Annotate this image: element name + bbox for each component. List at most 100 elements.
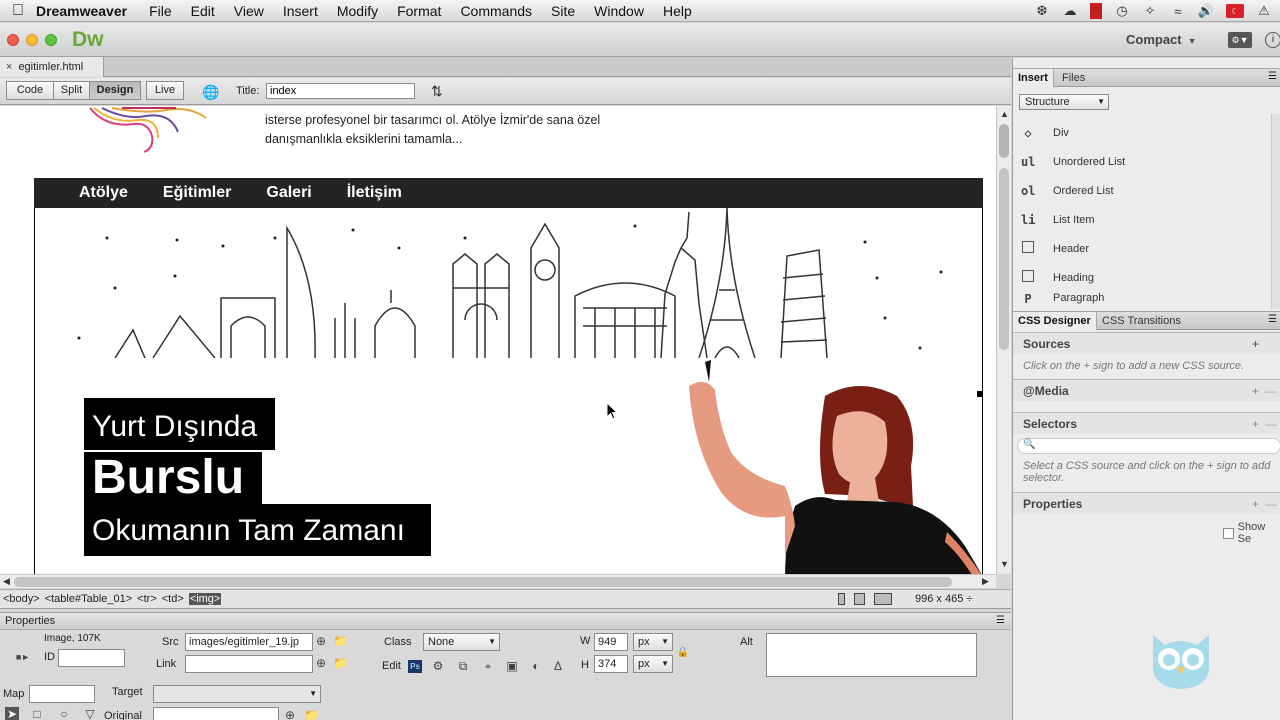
- activity-monitor-icon[interactable]: ⚠: [1256, 3, 1272, 18]
- link-input[interactable]: [185, 655, 313, 673]
- tablet-size-icon[interactable]: [854, 593, 865, 605]
- wifi-icon[interactable]: ≈: [1170, 4, 1186, 19]
- photoshop-edit-icon[interactable]: Ps: [408, 660, 422, 673]
- apple-icon[interactable]: : [0, 2, 36, 20]
- polygon-hotspot-icon[interactable]: ▽: [83, 707, 97, 720]
- remove-media-icon[interactable]: —: [1265, 380, 1277, 402]
- panel-menu-icon[interactable]: ☰: [1268, 314, 1277, 325]
- scroll-down-icon[interactable]: ▼: [1000, 559, 1009, 569]
- map-input[interactable]: [29, 685, 95, 703]
- target-select[interactable]: ▼: [153, 685, 321, 703]
- info-icon[interactable]: i: [1265, 32, 1280, 48]
- menu-help[interactable]: Help: [663, 3, 692, 19]
- crop-icon[interactable]: ⌖: [481, 659, 495, 673]
- remove-property-icon[interactable]: —: [1265, 493, 1277, 515]
- insert-paragraph[interactable]: P Paragraph: [1013, 292, 1271, 306]
- add-property-icon[interactable]: +: [1252, 493, 1259, 515]
- menu-site[interactable]: Site: [551, 3, 575, 19]
- scroll-thumb[interactable]: [999, 124, 1009, 158]
- insert-div[interactable]: ◇ Div: [1013, 118, 1271, 147]
- point-to-file-icon[interactable]: ⊕: [314, 634, 328, 648]
- media-section[interactable]: @Media + —: [1013, 379, 1280, 401]
- original-browse-folder-icon[interactable]: 📁: [304, 708, 319, 720]
- hscroll-thumb[interactable]: [14, 577, 952, 587]
- turkish-flag-icon[interactable]: ☾: [1226, 4, 1244, 18]
- tab-css-transitions[interactable]: CSS Transitions: [1097, 312, 1186, 330]
- tab-insert[interactable]: Insert: [1013, 69, 1054, 87]
- zoom-window-button[interactable]: [45, 34, 57, 46]
- design-horizontal-scrollbar[interactable]: ◀ ▶: [0, 574, 996, 588]
- window-size-readout[interactable]: 996 x 465 ÷: [915, 593, 972, 605]
- insert-list-item[interactable]: li List Item: [1013, 205, 1271, 234]
- scroll-left-icon[interactable]: ◀: [3, 576, 10, 587]
- time-machine-icon[interactable]: ◷: [1114, 3, 1130, 18]
- pointer-hotspot-icon[interactable]: ➤: [5, 707, 19, 720]
- panel-menu-icon[interactable]: ☰: [996, 613, 1005, 629]
- close-window-button[interactable]: [7, 34, 19, 46]
- menu-modify[interactable]: Modify: [337, 3, 378, 19]
- sync-settings-icon[interactable]: ⚙▼: [1228, 32, 1252, 48]
- add-media-icon[interactable]: +: [1252, 380, 1259, 402]
- width-unit-select[interactable]: px ▼: [633, 633, 673, 651]
- remove-selector-icon[interactable]: —: [1265, 413, 1277, 435]
- close-tab-icon[interactable]: ×: [6, 61, 12, 73]
- browse-folder-icon[interactable]: 📁: [333, 634, 348, 648]
- design-view-button[interactable]: Design: [89, 81, 141, 100]
- crumb-td[interactable]: <td>: [162, 593, 184, 605]
- show-set-toggle[interactable]: Show Se: [1223, 521, 1280, 545]
- live-view-button[interactable]: Live: [146, 81, 184, 100]
- menu-window[interactable]: Window: [594, 3, 644, 19]
- insert-ordered-list[interactable]: ol Ordered List: [1013, 176, 1271, 205]
- selector-search-input[interactable]: 🔍: [1017, 438, 1280, 454]
- design-view[interactable]: isterse profesyonel bir tasarımcı ol. At…: [0, 106, 996, 574]
- height-input[interactable]: 374: [594, 655, 628, 673]
- rect-hotspot-icon[interactable]: □: [30, 707, 44, 720]
- scroll-right-icon[interactable]: ▶: [982, 576, 989, 587]
- crumb-table[interactable]: <table#Table_01>: [45, 593, 132, 605]
- dropbox-icon[interactable]: ❆: [1034, 3, 1050, 18]
- design-vertical-scrollbar[interactable]: ▲ ▼: [996, 106, 1011, 574]
- nav-atolye[interactable]: Atölye: [79, 184, 128, 202]
- alt-textarea[interactable]: [766, 633, 977, 677]
- lock-proportions-icon[interactable]: 🔒: [676, 646, 690, 660]
- file-management-icon[interactable]: ⇅: [431, 83, 443, 100]
- nav-galeri[interactable]: Galeri: [266, 184, 311, 202]
- link-point-to-file-icon[interactable]: ⊕: [314, 656, 328, 670]
- document-tab[interactable]: × egitimler.html: [0, 57, 104, 77]
- mobile-size-icon[interactable]: [838, 593, 845, 605]
- panel-menu-icon[interactable]: ☰: [1268, 71, 1277, 82]
- app-menu[interactable]: Dreamweaver: [36, 3, 127, 19]
- brightness-contrast-icon[interactable]: ◐: [529, 659, 543, 673]
- minimize-window-button[interactable]: [26, 34, 38, 46]
- scroll-up-icon[interactable]: ▲: [1000, 109, 1009, 119]
- desktop-size-icon[interactable]: [874, 593, 892, 605]
- crumb-img[interactable]: <img>: [188, 593, 222, 605]
- menu-commands[interactable]: Commands: [460, 3, 532, 19]
- insert-category-select[interactable]: Structure ▼: [1019, 94, 1109, 110]
- insert-header[interactable]: Header: [1013, 234, 1271, 263]
- resize-handle[interactable]: [977, 391, 983, 397]
- volume-icon[interactable]: 🔊: [1198, 3, 1214, 18]
- id-input[interactable]: [58, 649, 125, 667]
- original-point-to-file-icon[interactable]: ⊕: [283, 708, 297, 720]
- menu-format[interactable]: Format: [397, 3, 441, 19]
- sources-section[interactable]: Sources +: [1013, 332, 1280, 354]
- sharpen-icon[interactable]: Δ: [551, 659, 565, 673]
- show-set-checkbox[interactable]: [1223, 527, 1234, 539]
- globe-icon[interactable]: 🌐: [202, 84, 219, 101]
- insert-panel-scrollbar[interactable]: [1271, 114, 1280, 309]
- bluetooth-icon[interactable]: ✧: [1142, 3, 1158, 18]
- selectors-section[interactable]: Selectors + —: [1013, 412, 1280, 434]
- width-input[interactable]: 949: [594, 633, 628, 651]
- banner-image[interactable]: Yurt Dışında Burslu Okumanın Tam Zamanı: [34, 208, 983, 574]
- split-view-button[interactable]: Split: [53, 81, 90, 100]
- resample-icon[interactable]: ▣: [505, 659, 519, 673]
- record-icon[interactable]: [1090, 3, 1102, 19]
- crumb-tr[interactable]: <tr>: [137, 593, 157, 605]
- cloud-icon[interactable]: ☁: [1062, 3, 1078, 18]
- menu-file[interactable]: File: [149, 3, 172, 19]
- menu-edit[interactable]: Edit: [191, 3, 215, 19]
- height-unit-select[interactable]: px ▼: [633, 655, 673, 673]
- code-view-button[interactable]: Code: [6, 81, 54, 100]
- insert-unordered-list[interactable]: ul Unordered List: [1013, 147, 1271, 176]
